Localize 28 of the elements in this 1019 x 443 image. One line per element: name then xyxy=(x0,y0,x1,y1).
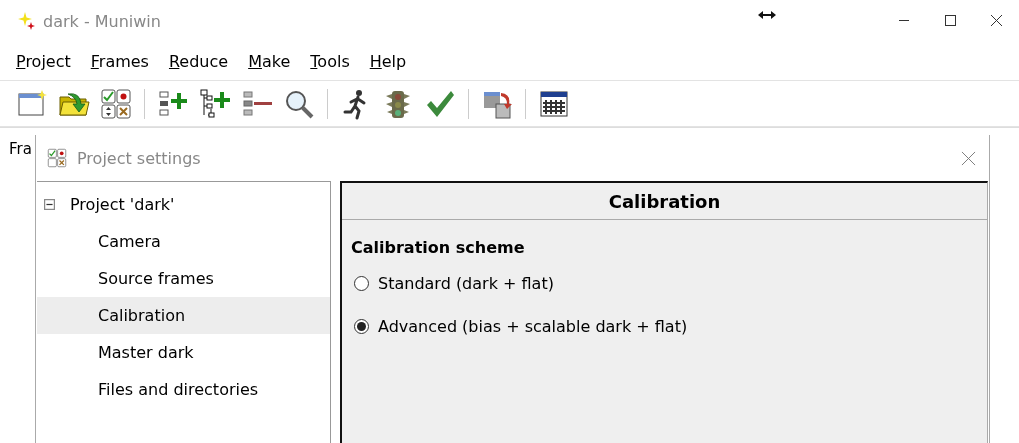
option-label[interactable]: Advanced (bias + scalable dark + flat) xyxy=(378,316,688,336)
menu-item[interactable]: Help xyxy=(369,51,407,71)
page-heading: Calibration xyxy=(342,183,987,220)
option-label[interactable]: Standard (dark + flat) xyxy=(378,273,554,293)
frame-list-label: Fra xyxy=(9,140,32,158)
resize-cursor-icon xyxy=(758,10,776,20)
section-heading: Calibration scheme xyxy=(351,238,526,257)
settings-grid-icon xyxy=(47,148,67,168)
close-button[interactable] xyxy=(961,150,976,166)
menu-item[interactable]: Reduce xyxy=(168,51,229,71)
tree-item[interactable]: Files and directories xyxy=(37,371,330,408)
tree-item[interactable]: Source frames xyxy=(37,260,330,297)
tree-item[interactable]: Camera xyxy=(37,223,330,260)
tree-item[interactable]: Master dark xyxy=(37,334,330,371)
tree-item[interactable]: Calibration xyxy=(37,297,330,334)
radio-button[interactable] xyxy=(354,275,369,291)
radio-button[interactable] xyxy=(354,318,369,334)
collapse-icon[interactable] xyxy=(44,199,55,210)
settings-grid-icon[interactable] xyxy=(100,87,132,120)
menu-item[interactable]: Tools xyxy=(310,51,350,71)
dialog-title: Project settings xyxy=(77,148,201,168)
add-folder-tree-icon[interactable] xyxy=(199,87,231,120)
window-title: dark - Muniwin xyxy=(43,11,161,31)
menu-item[interactable]: Project xyxy=(16,51,71,71)
star-icon xyxy=(17,11,37,31)
tree-item[interactable]: Project 'dark' xyxy=(37,186,330,223)
menu-item[interactable]: Frames xyxy=(90,51,149,71)
menu-item[interactable]: Make xyxy=(248,51,291,71)
